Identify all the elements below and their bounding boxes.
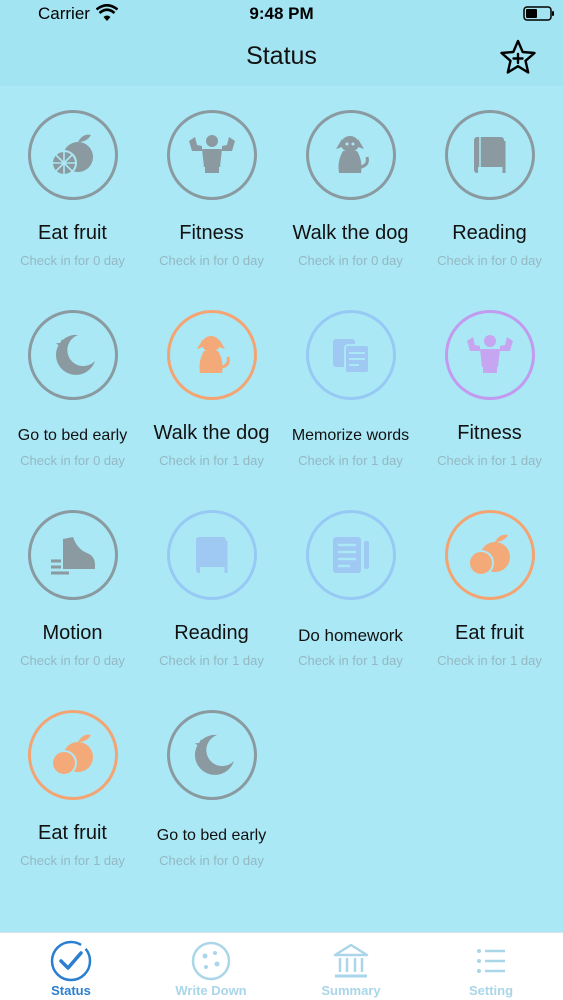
habit-ring xyxy=(445,510,535,600)
habit-ring xyxy=(445,110,535,200)
habit-card-eat-fruit[interactable]: Eat fruit Check in for 0 day xyxy=(3,96,142,296)
habit-title: Reading xyxy=(174,622,249,644)
dog-icon xyxy=(336,136,369,173)
habit-ring xyxy=(28,110,118,200)
habit-ring xyxy=(28,510,118,600)
flashcards-icon xyxy=(333,339,370,374)
fruit-icon xyxy=(468,534,510,576)
tab-setting[interactable]: Setting xyxy=(421,933,561,1000)
moon-icon xyxy=(55,334,95,375)
habit-title: Go to bed early xyxy=(156,827,267,844)
tab-bar: Status Write Down Summary Setting xyxy=(0,932,563,1000)
habit-title: Do homework xyxy=(298,626,403,645)
tab-label: Setting xyxy=(468,983,514,998)
habit-title: Walk the dog xyxy=(292,222,409,244)
book-icon xyxy=(196,537,228,573)
habit-card-do-homework[interactable]: Do homework Check in for 1 day xyxy=(281,496,420,696)
habit-card-go-to-bed-early[interactable]: Go to bed early Check in for 0 day xyxy=(3,296,142,496)
battery-icon xyxy=(523,6,554,21)
tab-write-down[interactable]: Write Down xyxy=(141,933,281,1000)
habit-title: Eat fruit xyxy=(38,822,107,844)
habit-ring xyxy=(167,110,257,200)
habit-title: Memorize words xyxy=(291,427,410,444)
habit-ring xyxy=(167,710,257,800)
habit-subtitle: Check in for 1 day xyxy=(437,453,542,468)
habit-card-walk-the-dog-2[interactable]: Walk the dog Check in for 1 day xyxy=(142,296,281,496)
habit-card-fitness[interactable]: Fitness Check in for 0 day xyxy=(142,96,281,296)
book-icon xyxy=(474,137,506,173)
cookie-icon xyxy=(191,941,231,981)
fruit-icon xyxy=(51,134,93,176)
habit-card-motion[interactable]: Motion Check in for 0 day xyxy=(3,496,142,696)
tab-label: Status xyxy=(51,983,91,998)
habit-card-eat-fruit-3[interactable]: Eat fruit Check in for 1 day xyxy=(3,696,142,896)
nav-bar: Status xyxy=(0,28,563,86)
check-circle-icon xyxy=(50,940,92,982)
dog-icon xyxy=(197,336,230,373)
habit-card-go-to-bed-early-2[interactable]: Go to bed early Check in for 0 day xyxy=(142,696,281,896)
habit-subtitle: Check in for 1 day xyxy=(20,853,125,868)
habit-subtitle: Check in for 0 day xyxy=(437,253,542,268)
habit-ring xyxy=(167,310,257,400)
muscle-icon xyxy=(467,335,513,373)
bank-icon xyxy=(333,943,369,978)
habit-card-walk-the-dog[interactable]: Walk the dog Check in for 0 day xyxy=(281,96,420,296)
habit-ring xyxy=(167,510,257,600)
habit-ring xyxy=(445,310,535,400)
habit-title: Motion xyxy=(42,622,103,644)
habit-card-eat-fruit-2[interactable]: Eat fruit Check in for 1 day xyxy=(420,496,559,696)
habit-subtitle: Check in for 0 day xyxy=(20,653,125,668)
status-bar: Carrier 9:48 PM xyxy=(0,0,563,28)
habit-title: Reading xyxy=(452,222,527,244)
page-title: Status xyxy=(246,42,317,70)
moon-icon xyxy=(194,734,234,775)
habit-subtitle: Check in for 1 day xyxy=(298,653,403,668)
habit-subtitle: Check in for 0 day xyxy=(159,853,264,868)
habit-title: Fitness xyxy=(457,422,522,444)
habit-ring xyxy=(28,310,118,400)
fruit-icon xyxy=(51,734,93,776)
habit-card-memorize-words[interactable]: Memorize words Check in for 1 day xyxy=(281,296,420,496)
list-icon xyxy=(477,949,505,973)
tab-status[interactable]: Status xyxy=(1,933,141,1000)
habit-subtitle: Check in for 0 day xyxy=(298,253,403,268)
habit-subtitle: Check in for 0 day xyxy=(159,253,264,268)
clock-time: 9:48 PM xyxy=(249,4,314,23)
habit-card-fitness-2[interactable]: Fitness Check in for 1 day xyxy=(420,296,559,496)
habit-ring xyxy=(306,510,396,600)
habit-subtitle: Check in for 1 day xyxy=(159,453,264,468)
habit-title: Eat fruit xyxy=(38,222,107,244)
tab-summary[interactable]: Summary xyxy=(281,933,421,1000)
habit-subtitle: Check in for 1 day xyxy=(298,453,403,468)
habit-ring xyxy=(306,110,396,200)
habit-title: Fitness xyxy=(179,222,244,244)
tab-label: Summary xyxy=(321,983,381,998)
habit-title: Walk the dog xyxy=(153,422,270,444)
shoe-icon xyxy=(51,537,95,575)
homework-icon xyxy=(333,537,369,573)
habit-card-reading-2[interactable]: Reading Check in for 1 day xyxy=(142,496,281,696)
habit-ring xyxy=(28,710,118,800)
habit-title: Eat fruit xyxy=(455,622,524,644)
habit-subtitle: Check in for 1 day xyxy=(437,653,542,668)
habit-title: Go to bed early xyxy=(17,427,128,444)
habit-subtitle: Check in for 1 day xyxy=(159,653,264,668)
star-plus-icon[interactable] xyxy=(498,38,538,78)
muscle-icon xyxy=(189,135,235,173)
habit-ring xyxy=(306,310,396,400)
habit-subtitle: Check in for 0 day xyxy=(20,253,125,268)
habit-card-reading[interactable]: Reading Check in for 0 day xyxy=(420,96,559,296)
tab-label: Write Down xyxy=(175,983,247,998)
habit-subtitle: Check in for 0 day xyxy=(20,453,125,468)
